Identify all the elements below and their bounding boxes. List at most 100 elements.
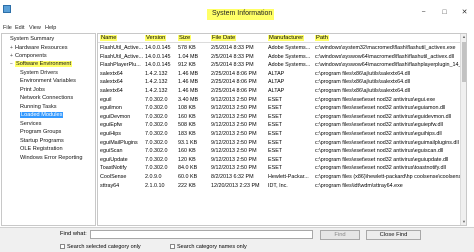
- vertical-scrollbar[interactable]: ▲ ▼: [460, 34, 466, 225]
- cell-path: c:\program files\eset\eset nod32 antivir…: [315, 156, 449, 163]
- menu-view[interactable]: View: [29, 25, 41, 31]
- checkbox-icon[interactable]: [170, 244, 175, 250]
- cell-size: 1.04 MB: [178, 53, 199, 60]
- cell-size: 1.46 MB: [178, 79, 199, 86]
- cell-path: c:\program files\x86\aj\utils\salextx64.…: [315, 70, 410, 77]
- cell-file-date: 2/5/2014 8:33 PM: [211, 62, 254, 69]
- table-row[interactable]: CoolSense 2.0.9.0 60.0 KB 8/2/2013 6:32 PM H…: [98, 173, 466, 181]
- tree-item-program-groups[interactable]: Program Groups: [20, 128, 61, 136]
- column-header-version[interactable]: Version: [145, 34, 167, 43]
- close-find-button[interactable]: Close Find: [366, 230, 421, 240]
- tree-item-hardware-resources[interactable]: + Hardware Resources: [9, 44, 68, 52]
- checkbox-icon[interactable]: [60, 244, 65, 250]
- tree-expander-icon[interactable]: −: [9, 60, 14, 68]
- cell-name: ToastNotify: [100, 165, 127, 172]
- tree-item-system-drivers[interactable]: System Drivers: [20, 69, 58, 77]
- scroll-down-icon[interactable]: ▼: [461, 219, 466, 225]
- cell-file-date: 9/12/2013 2:50 PM: [211, 131, 257, 137]
- tree-item-startup-programs[interactable]: Startup Programs: [20, 137, 64, 145]
- cell-file-date: 9/12/2013 2:50 PM: [211, 148, 257, 155]
- category-tree[interactable]: System Summary + Hardware Resources + Comp…: [1, 33, 96, 226]
- cell-name: salextx64: [100, 79, 123, 86]
- cell-name: sttray64: [100, 182, 120, 189]
- tree-expander-icon[interactable]: +: [9, 52, 14, 60]
- scrollbar-thumb[interactable]: [462, 42, 466, 82]
- find-input[interactable]: [90, 230, 313, 239]
- table-row[interactable]: eguiHips 7.0.302.0 183 KB 9/12/2013 2:50 PM…: [98, 130, 466, 138]
- cell-file-date: 9/12/2013 2:50 PM: [211, 139, 257, 146]
- table-row[interactable]: FlashUtil_Active... 14.0.0.145 1.04 MB 2/5/…: [98, 53, 466, 61]
- column-header-name[interactable]: Name: [100, 34, 118, 43]
- menu-help[interactable]: Help: [45, 25, 56, 31]
- tree-item-system-summary[interactable]: System Summary: [4, 35, 54, 43]
- tree-item-network-connections[interactable]: Network Connections: [20, 94, 73, 102]
- table-row[interactable]: FlashPlayerPlu... 14.0.0.145 912 KB 2/5/201…: [98, 61, 466, 69]
- table-row[interactable]: eguiMailPlugins 7.0.302.0 93.1 KB 9/12/2013…: [98, 139, 466, 147]
- cell-manufacturer: ESET: [268, 105, 283, 112]
- cell-version: 7.0.302.0: [145, 96, 168, 103]
- tree-item-running-tasks[interactable]: Running Tasks: [20, 103, 57, 111]
- table-row[interactable]: eguilmon 7.0.302.0 108 KB 9/12/2013 2:50 PM…: [98, 104, 466, 112]
- cell-path: c:\program files\eset\eset nod32 antivir…: [315, 131, 442, 137]
- search-category-names-checkbox[interactable]: Search category names only: [170, 243, 247, 251]
- table-row[interactable]: eguiEpfw 7.0.302.0 508 KB 9/12/2013 2:50 PM…: [98, 121, 466, 129]
- table-row[interactable]: FlashUtil_Active... 14.0.0.145 578 KB 2/5/2…: [98, 44, 466, 52]
- cell-file-date: 8/2/2013 6:32 PM: [211, 174, 254, 180]
- column-header-file-date[interactable]: File Date: [211, 34, 237, 43]
- close-button[interactable]: ✕: [461, 9, 468, 16]
- checkbox-label: Search category names only: [177, 244, 247, 250]
- cell-version: 7.0.302.0: [145, 105, 168, 112]
- cell-version: 14.0.0.145: [145, 45, 171, 51]
- cell-size: 1.46 MB: [178, 88, 199, 94]
- cell-file-date: 9/12/2013 2:50 PM: [211, 96, 257, 103]
- modules-list[interactable]: Name Version Size File Date Manufacturer…: [97, 33, 467, 226]
- table-row[interactable]: eguiScan 7.0.302.0 160 KB 9/12/2013 2:50 PM…: [98, 147, 466, 155]
- table-row[interactable]: ToastNotify 7.0.302.0 84.0 KB 9/12/2013 2:5…: [98, 164, 466, 172]
- cell-version: 7.0.302.0: [145, 165, 168, 172]
- cell-path: c:\program files\idt\wdm\sttray64.exe: [315, 182, 403, 189]
- tree-item-label: Program Groups: [20, 129, 62, 135]
- cell-manufacturer: Hewlett-Packar...: [268, 174, 309, 180]
- column-header-size[interactable]: Size: [178, 34, 192, 43]
- column-header-path[interactable]: Path: [315, 34, 329, 43]
- menu-file[interactable]: File: [3, 25, 12, 31]
- table-row[interactable]: sttray64 2.1.0.10 222 KB 12/20/2013 2:23 PM…: [98, 182, 466, 190]
- column-header-manufacturer[interactable]: Manufacturer: [268, 34, 305, 43]
- cell-file-date: 2/25/2014 8:06 PM: [211, 88, 257, 94]
- cell-size: 160 KB: [178, 113, 196, 120]
- maximize-button[interactable]: □: [441, 9, 448, 16]
- table-row[interactable]: salextx64 1.4.2.132 1.46 MB 2/25/2014 8:06 …: [98, 87, 466, 95]
- cell-file-date: 9/12/2013 2:50 PM: [211, 113, 257, 120]
- cell-version: 7.0.302.0: [145, 156, 168, 163]
- cell-version: 14.0.0.145: [145, 53, 171, 60]
- tree-item-ole-registration[interactable]: OLE Registration: [20, 145, 63, 153]
- cell-name: FlashUtil_Active...: [100, 53, 144, 60]
- tree-expander-icon[interactable]: +: [9, 44, 14, 52]
- cell-path: c:\program files\eset\eset nod32 antivir…: [315, 148, 444, 155]
- tree-item-windows-error-reporting[interactable]: Windows Error Reporting: [20, 154, 83, 162]
- table-row[interactable]: salextx64 1.4.2.132 1.46 MB 2/25/2014 8:06 …: [98, 70, 466, 78]
- cell-size: 93.1 KB: [178, 139, 198, 146]
- cell-size: 222 KB: [178, 182, 196, 189]
- cell-manufacturer: ESET: [268, 156, 283, 163]
- table-row[interactable]: salextx64 1.4.2.132 1.46 MB 2/25/2014 8:06 …: [98, 78, 466, 86]
- table-row[interactable]: eguiDevmon 7.0.302.0 160 KB 9/12/2013 2:50 …: [98, 113, 466, 121]
- cell-path: c:\program files\eset\eset nod32 antivir…: [315, 105, 446, 112]
- tree-item-software-environment[interactable]: − Software Environment: [9, 60, 73, 68]
- tree-item-services[interactable]: Services: [20, 120, 41, 128]
- menu-edit[interactable]: Edit: [15, 25, 24, 31]
- cell-manufacturer: Adobe Systems...: [268, 53, 311, 60]
- tree-item-environment-variables[interactable]: Environment Variables: [20, 77, 76, 85]
- scroll-up-icon[interactable]: ▲: [461, 34, 466, 40]
- table-row[interactable]: eguiUpdate 7.0.302.0 120 KB 9/12/2013 2:50 …: [98, 156, 466, 164]
- tree-item-label: System Summary: [10, 36, 55, 42]
- tree-item-loaded-modules[interactable]: Loaded Modules: [20, 111, 64, 119]
- tree-item-components[interactable]: + Components: [9, 52, 47, 60]
- table-row[interactable]: eguil 7.0.302.0 3.40 MB 9/12/2013 2:50 PM ES…: [98, 96, 466, 104]
- find-button[interactable]: Find: [320, 230, 360, 240]
- minimize-button[interactable]: −: [420, 9, 427, 16]
- tree-item-print-jobs[interactable]: Print Jobs: [20, 86, 45, 94]
- cell-path: c:\program files\eset\eset nod32 antivir…: [315, 139, 459, 146]
- cell-manufacturer: Adobe Systems...: [268, 62, 311, 69]
- search-selected-category-checkbox[interactable]: Search selected category only: [60, 243, 141, 251]
